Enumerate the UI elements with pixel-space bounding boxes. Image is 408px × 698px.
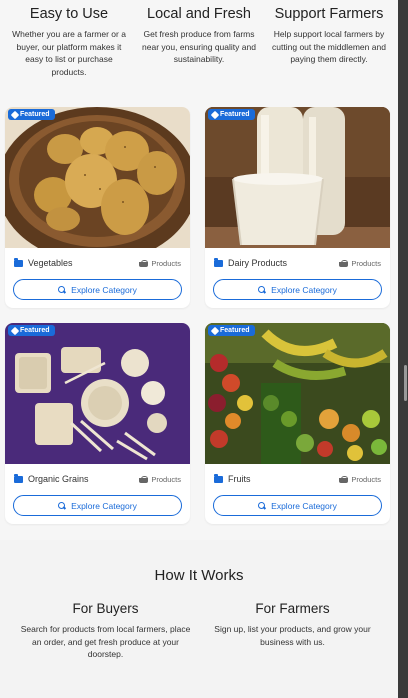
card-meta: Vegetables Products bbox=[14, 257, 181, 268]
tableware-image bbox=[5, 323, 190, 464]
scrollbar-track[interactable] bbox=[398, 0, 408, 698]
category-card-fruits: Featured Fruits Products Explore Categor… bbox=[205, 323, 390, 524]
how-it-works-columns: For Buyers Search for products from loca… bbox=[0, 601, 398, 661]
explore-category-button[interactable]: Explore Category bbox=[213, 279, 382, 300]
tag-icon bbox=[210, 326, 220, 335]
featured-badge: Featured bbox=[8, 109, 55, 120]
feature-text: Get fresh produce from farms near you, e… bbox=[142, 29, 256, 64]
basket-icon bbox=[339, 475, 349, 483]
explore-label: Explore Category bbox=[71, 500, 137, 511]
explore-category-button[interactable]: Explore Category bbox=[213, 495, 382, 516]
feature-title: Local and Fresh bbox=[147, 6, 251, 22]
category-image-tableware[interactable] bbox=[5, 323, 190, 464]
how-it-works-title: How It Works bbox=[154, 567, 244, 584]
feature-text: Help support local farmers by cutting ou… bbox=[272, 29, 386, 64]
feature-support: Support Farmers Help support local farme… bbox=[264, 6, 394, 96]
explore-label: Explore Category bbox=[71, 284, 137, 295]
folder-icon bbox=[14, 257, 23, 267]
for-farmers-text: Sign up, list your products, and grow yo… bbox=[214, 624, 371, 647]
card-meta: Fruits Products bbox=[214, 473, 381, 484]
category-label: Fruits bbox=[214, 473, 251, 484]
basket-icon bbox=[139, 259, 149, 267]
folder-icon bbox=[214, 473, 223, 483]
featured-label: Featured bbox=[20, 327, 50, 334]
for-buyers-text: Search for products from local farmers, … bbox=[20, 624, 191, 659]
category-name: Dairy Products bbox=[228, 258, 288, 268]
products-label: Products bbox=[339, 259, 381, 268]
card-meta: Dairy Products Products bbox=[214, 257, 381, 268]
explore-category-button[interactable]: Explore Category bbox=[13, 495, 182, 516]
category-label: Dairy Products bbox=[214, 257, 288, 268]
tag-icon bbox=[10, 326, 20, 335]
category-label: Organic Grains bbox=[14, 473, 89, 484]
category-name: Organic Grains bbox=[28, 474, 89, 484]
feature-text: Whether you are a farmer or a buyer, our… bbox=[12, 29, 126, 77]
scrollbar-thumb[interactable] bbox=[404, 365, 407, 401]
category-image-milk[interactable] bbox=[205, 107, 390, 248]
tag-icon bbox=[10, 110, 20, 119]
for-farmers: For Farmers Sign up, list your products,… bbox=[199, 601, 386, 661]
feature-title: Easy to Use bbox=[29, 6, 109, 22]
features-section: Easy to Use Whether you are a farmer or … bbox=[0, 0, 398, 96]
featured-label: Featured bbox=[220, 111, 250, 118]
potatoes-image bbox=[5, 107, 190, 248]
products-text: Products bbox=[151, 258, 181, 268]
category-label: Vegetables bbox=[14, 257, 73, 268]
search-icon bbox=[258, 285, 266, 294]
featured-badge: Featured bbox=[8, 325, 55, 336]
featured-label: Featured bbox=[220, 327, 250, 334]
products-text: Products bbox=[351, 474, 381, 484]
category-image-fruits[interactable] bbox=[205, 323, 390, 464]
folder-icon bbox=[214, 257, 223, 267]
page: Easy to Use Whether you are a farmer or … bbox=[0, 0, 398, 698]
milk-image bbox=[205, 107, 390, 248]
folder-icon bbox=[14, 473, 23, 483]
feature-easy: Easy to Use Whether you are a farmer or … bbox=[4, 6, 134, 96]
products-label: Products bbox=[139, 475, 181, 484]
basket-icon bbox=[139, 475, 149, 483]
search-icon bbox=[258, 501, 266, 510]
featured-badge: Featured bbox=[208, 325, 255, 336]
category-card-dairy: Featured Dairy Products Products Explore… bbox=[205, 107, 390, 308]
feature-local: Local and Fresh Get fresh produce from f… bbox=[134, 6, 264, 96]
explore-category-button[interactable]: Explore Category bbox=[13, 279, 182, 300]
fruits-image bbox=[205, 323, 390, 464]
category-card-organic-grains: Featured Organic Grains Products Explore… bbox=[5, 323, 190, 524]
basket-icon bbox=[339, 259, 349, 267]
search-icon bbox=[58, 285, 66, 294]
featured-label: Featured bbox=[20, 111, 50, 118]
category-image-potatoes[interactable] bbox=[5, 107, 190, 248]
card-meta: Organic Grains Products bbox=[14, 473, 181, 484]
for-buyers: For Buyers Search for products from loca… bbox=[12, 601, 199, 661]
products-text: Products bbox=[351, 258, 381, 268]
search-icon bbox=[58, 501, 66, 510]
category-name: Fruits bbox=[228, 474, 251, 484]
tag-icon bbox=[210, 110, 220, 119]
explore-label: Explore Category bbox=[271, 284, 337, 295]
for-farmers-title: For Farmers bbox=[255, 601, 330, 616]
products-label: Products bbox=[339, 475, 381, 484]
for-buyers-title: For Buyers bbox=[72, 601, 139, 616]
feature-title: Support Farmers bbox=[274, 6, 384, 22]
products-label: Products bbox=[139, 259, 181, 268]
category-card-vegetables: Featured Vegetables Products Explore Cat… bbox=[5, 107, 190, 308]
explore-label: Explore Category bbox=[271, 500, 337, 511]
featured-badge: Featured bbox=[208, 109, 255, 120]
products-text: Products bbox=[151, 474, 181, 484]
how-it-works-section: How It Works For Buyers Search for produ… bbox=[0, 540, 398, 698]
category-name: Vegetables bbox=[28, 258, 73, 268]
